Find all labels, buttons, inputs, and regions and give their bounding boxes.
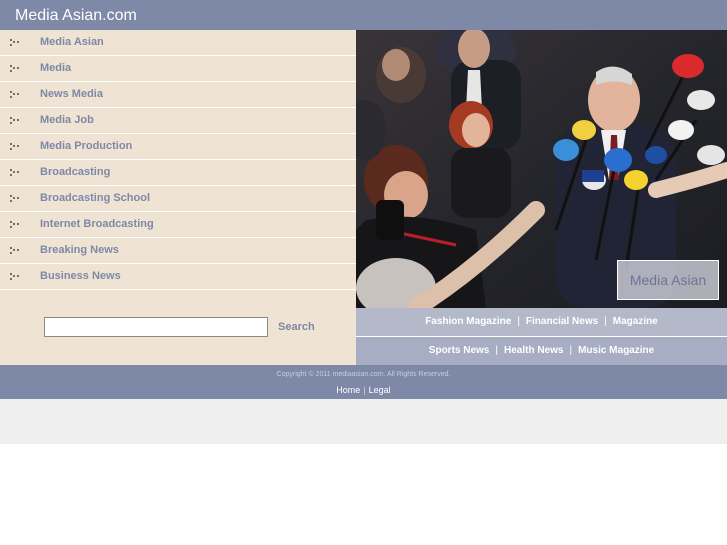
nav-item-business-news[interactable]: Business News <box>0 264 356 290</box>
link-sports-news[interactable]: Sports News <box>429 345 490 356</box>
copyright-text: Copyright © 2011 mediaasian.com. All Rig… <box>276 371 451 378</box>
search-input[interactable] <box>44 317 268 337</box>
nav-list: Media Asian Media News Media Media Job M… <box>0 30 356 290</box>
separator: | <box>604 316 607 327</box>
link-health-news[interactable]: Health News <box>504 345 563 356</box>
bullet-dots-icon <box>10 247 19 254</box>
nav-item-label[interactable]: Media <box>40 62 71 75</box>
nav-item-broadcasting[interactable]: Broadcasting <box>0 160 356 186</box>
bullet-dots-icon <box>10 91 19 98</box>
footer: Copyright © 2011 mediaasian.com. All Rig… <box>0 365 727 399</box>
nav-item-label[interactable]: Breaking News <box>40 244 119 257</box>
nav-item-label[interactable]: Media Job <box>40 114 94 127</box>
nav-item-media-asian[interactable]: Media Asian <box>0 30 356 56</box>
nav-item-media[interactable]: Media <box>0 56 356 82</box>
nav-item-media-job[interactable]: Media Job <box>0 108 356 134</box>
footer-link-legal[interactable]: Legal <box>369 385 391 395</box>
hero-photo: Media Asian <box>356 30 727 308</box>
nav-item-label[interactable]: Internet Broadcasting <box>40 218 154 231</box>
footer-links: Home | Legal <box>0 385 727 395</box>
separator: | <box>363 385 366 395</box>
bullet-dots-icon <box>10 65 19 72</box>
links-row-1: Fashion Magazine | Financial News | Magazine <box>356 308 727 336</box>
nav-item-news-media[interactable]: News Media <box>0 82 356 108</box>
nav-item-internet-broadcasting[interactable]: Internet Broadcasting <box>0 212 356 238</box>
separator: | <box>517 316 520 327</box>
nav-item-label[interactable]: Media Production <box>40 140 132 153</box>
bullet-dots-icon <box>10 273 19 280</box>
bottom-band <box>0 399 727 444</box>
nav-item-label[interactable]: Business News <box>40 270 121 283</box>
bullet-dots-icon <box>10 169 19 176</box>
separator: | <box>569 345 573 356</box>
bullet-dots-icon <box>10 117 19 124</box>
nav-item-breaking-news[interactable]: Breaking News <box>0 238 356 264</box>
nav-item-broadcasting-school[interactable]: Broadcasting School <box>0 186 356 212</box>
bullet-dots-icon <box>10 221 19 228</box>
link-magazine[interactable]: Magazine <box>613 316 658 327</box>
link-financial-news[interactable]: Financial News <box>526 316 598 327</box>
site-header: Media Asian.com <box>0 0 727 30</box>
site-title[interactable]: Media Asian.com <box>15 7 137 25</box>
separator: | <box>495 345 498 356</box>
bullet-dots-icon <box>10 143 19 150</box>
bullet-dots-icon <box>10 39 19 46</box>
search-button[interactable]: Search <box>278 321 315 333</box>
nav-item-label[interactable]: Media Asian <box>40 36 104 49</box>
links-row-2: Sports News | Health News | Music Magazine <box>356 337 727 365</box>
bullet-dots-icon <box>10 195 19 202</box>
nav-item-label[interactable]: Broadcasting School <box>40 192 150 205</box>
nav-item-label[interactable]: News Media <box>40 88 103 101</box>
nav-item-label[interactable]: Broadcasting <box>40 166 110 179</box>
footer-link-home[interactable]: Home <box>336 385 360 395</box>
link-music-magazine[interactable]: Music Magazine <box>578 345 654 356</box>
photo-caption: Media Asian <box>617 260 719 300</box>
left-panel: Media Asian Media News Media Media Job M… <box>0 30 356 365</box>
link-fashion-magazine[interactable]: Fashion Magazine <box>425 316 511 327</box>
nav-item-media-production[interactable]: Media Production <box>0 134 356 160</box>
